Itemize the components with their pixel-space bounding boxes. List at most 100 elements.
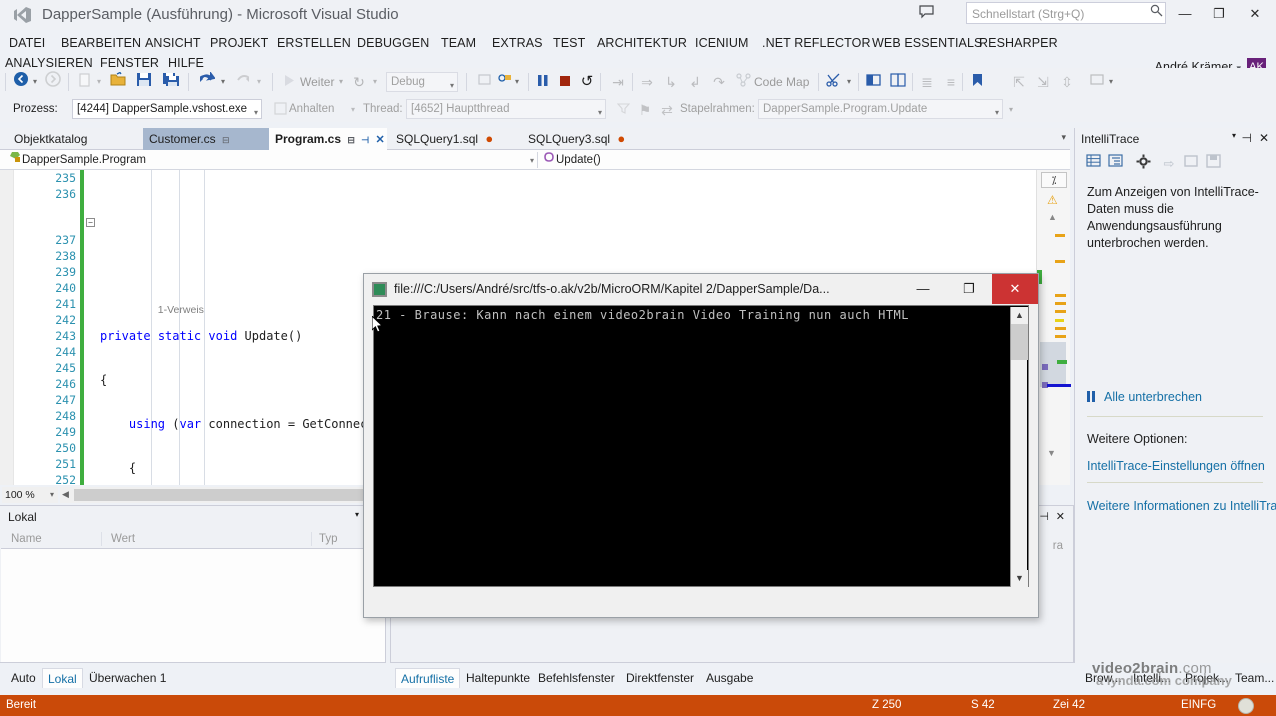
menu-team[interactable]: TEAM	[441, 36, 476, 50]
breakpoint-scissors-icon[interactable]	[824, 71, 844, 93]
close-icon[interactable]: ✕	[1259, 131, 1269, 145]
tab-auto[interactable]: Auto	[6, 668, 41, 688]
split-view-icon[interactable]: ⁒	[1041, 172, 1067, 188]
tree-view-icon[interactable]	[1105, 154, 1125, 174]
tab-overflow-icon[interactable]: ▾	[1061, 132, 1066, 143]
hscroll-left-icon[interactable]: ◀	[62, 489, 69, 500]
chevron-down-icon[interactable]: ▾	[355, 510, 359, 519]
thread-combo[interactable]: [4652] Hauptthread ▾	[406, 99, 606, 119]
editor-zoom-control[interactable]: 100 % ▾	[2, 487, 58, 503]
quick-launch-input[interactable]: Schnellstart (Strg+Q)	[966, 2, 1166, 24]
stop-icon[interactable]	[556, 71, 574, 93]
pin-icon[interactable]: ⊣	[1039, 510, 1049, 523]
column-header-wert[interactable]: Wert	[111, 529, 135, 549]
break-all-link[interactable]: Alle unterbrechen	[1104, 390, 1202, 404]
undo-dropdown-icon[interactable]: ▾	[218, 71, 228, 93]
scroll-up-icon[interactable]: ▲	[1048, 212, 1057, 222]
outlining-margin[interactable]: −	[84, 170, 98, 485]
class-selector[interactable]: DapperSample.Program	[8, 150, 528, 170]
navigate-back-icon[interactable]	[12, 71, 30, 93]
toolbar-overflow-icon[interactable]: ▾	[1106, 71, 1116, 93]
chevron-down-icon[interactable]: ▾	[1232, 131, 1236, 140]
tab-sqlquery3-sql[interactable]: SQLQuery3.sql ●	[522, 128, 630, 150]
feedback-icon[interactable]	[915, 4, 937, 26]
menu-resharper[interactable]: RESHARPER	[979, 36, 1058, 50]
console-scroll-down-icon[interactable]: ▼	[1011, 570, 1028, 587]
menu-test[interactable]: TEST	[553, 36, 585, 50]
tab-customer-cs[interactable]: Customer.cs ⊟	[143, 128, 269, 150]
menu-extras[interactable]: EXTRAS	[492, 36, 543, 50]
scroll-down-icon[interactable]: ▼	[1047, 448, 1056, 458]
save-all-icon[interactable]	[160, 71, 182, 93]
chevron-down-icon[interactable]: ▾	[254, 104, 258, 118]
tab-direktfenster[interactable]: Direktfenster	[621, 668, 699, 688]
tab-ueberwachen-1[interactable]: Überwachen 1	[84, 668, 171, 688]
pin-icon[interactable]: ⊣	[361, 135, 369, 145]
chevron-down-icon[interactable]: ▾	[530, 156, 534, 165]
stackframe-combo[interactable]: DapperSample.Program.Update ▾	[758, 99, 1003, 119]
member-selector[interactable]: Update()	[542, 150, 1042, 170]
pause-icon[interactable]	[534, 71, 552, 93]
editor-scrollbar-map[interactable]: ⁒ ⚠ ▲ ▼	[1036, 170, 1071, 485]
undo-icon[interactable]	[196, 71, 216, 93]
tab-lokal[interactable]: Lokal	[42, 668, 83, 688]
console-maximize-button[interactable]: ❐	[946, 274, 992, 304]
menu-projekt[interactable]: PROJEKT	[210, 36, 268, 50]
compare-windows-icon[interactable]	[888, 71, 908, 93]
column-header-typ[interactable]: Typ	[319, 529, 338, 549]
open-file-icon[interactable]	[108, 71, 128, 93]
minimize-button[interactable]: —	[1170, 0, 1200, 28]
pin-icon[interactable]: ⊣	[1242, 131, 1252, 145]
chevron-down-icon[interactable]: ▾	[995, 104, 999, 118]
maximize-button[interactable]: ❐	[1204, 0, 1234, 28]
pin-icon[interactable]: ⊟	[222, 135, 230, 145]
debug-toolbar-overflow-icon[interactable]: ▾	[1006, 99, 1016, 121]
tab-sqlquery1-sql[interactable]: SQLQuery1.sql ●	[390, 128, 498, 150]
menu-architektur[interactable]: ARCHITEKTUR	[597, 36, 687, 50]
menu-debuggen[interactable]: DEBUGGEN	[357, 36, 429, 50]
menu-net-reflector[interactable]: .NET REFLECTOR	[762, 36, 871, 50]
breakpoint-dropdown-icon[interactable]: ▾	[844, 71, 854, 93]
tab-team-explorer[interactable]: Team...	[1230, 668, 1276, 688]
bookmark-icon[interactable]	[968, 71, 986, 93]
gear-icon[interactable]	[1133, 154, 1153, 174]
console-title-bar[interactable]: file:///C:/Users/André/src/tfs-o.ak/v2b/…	[364, 274, 1038, 305]
chevron-down-icon[interactable]: ▾	[598, 104, 602, 118]
console-scrollbar[interactable]: ▲ ▼	[1010, 307, 1028, 587]
console-output-area[interactable]: 21 - Brause: Kann nach einem video2brain…	[373, 305, 1029, 587]
tab-program-cs[interactable]: Program.cs ⊟ ⊣ ✕	[269, 128, 387, 150]
menu-web-essentials[interactable]: WEB ESSENTIALS	[872, 36, 982, 50]
column-header-name[interactable]: Name	[11, 529, 42, 549]
tab-aufrufliste[interactable]: Aufrufliste	[395, 668, 461, 688]
process-combo[interactable]: [4244] DapperSample.vshost.exe ▾	[72, 99, 262, 119]
collapse-region-icon[interactable]: −	[86, 218, 95, 227]
menu-ansicht[interactable]: ANSICHT	[145, 36, 201, 50]
chevron-down-icon[interactable]: ▾	[450, 77, 454, 91]
console-scroll-thumb[interactable]	[1011, 324, 1028, 360]
console-scroll-up-icon[interactable]: ▲	[1011, 307, 1028, 324]
restart-debug-icon[interactable]: ↺	[578, 71, 596, 93]
console-minimize-button[interactable]: —	[900, 274, 946, 304]
tab-objektkatalog[interactable]: Objektkatalog	[8, 128, 108, 150]
close-icon[interactable]: ✕	[375, 134, 384, 146]
save-icon[interactable]	[134, 71, 154, 93]
code-lens-reference[interactable]: 1-Verweis	[158, 304, 204, 316]
tab-ausgabe[interactable]: Ausgabe	[701, 668, 758, 688]
menu-icenium[interactable]: ICENIUM	[695, 36, 748, 50]
tab-haltepunkte[interactable]: Haltepunkte	[461, 668, 535, 688]
locals-grid-body[interactable]	[1, 549, 385, 662]
open-intellitrace-settings-link[interactable]: IntelliTrace-Einstellungen öffnen	[1087, 459, 1265, 473]
window-panel-icon[interactable]	[864, 71, 884, 93]
flag-dropdown-icon[interactable]: ▾	[512, 71, 522, 93]
tab-befehlsfenster[interactable]: Befehlsfenster	[533, 668, 620, 688]
console-close-button[interactable]: ✕	[992, 274, 1038, 304]
add-toolbar-icon[interactable]	[1088, 71, 1106, 93]
close-button[interactable]: ✕	[1240, 0, 1270, 28]
menu-datei[interactable]: DATEI	[9, 36, 45, 50]
close-icon[interactable]: ✕	[1056, 510, 1065, 523]
more-info-link[interactable]: Weitere Informationen zu IntelliTra	[1087, 499, 1276, 513]
solution-config-combo[interactable]: Debug ▾	[386, 72, 458, 92]
chevron-down-icon[interactable]: ▾	[50, 487, 54, 503]
console-window[interactable]: file:///C:/Users/André/src/tfs-o.ak/v2b/…	[363, 273, 1039, 618]
search-icon[interactable]	[1150, 4, 1163, 20]
